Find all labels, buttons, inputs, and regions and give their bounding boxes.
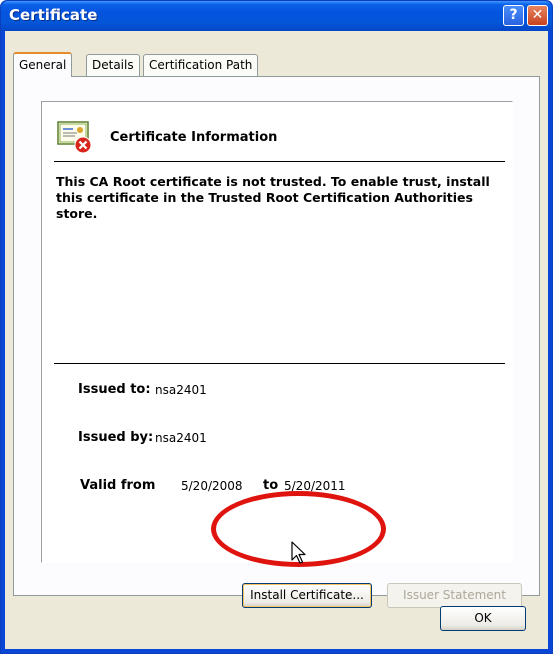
valid-from-label: Valid from — [80, 478, 156, 493]
general-tab-panel: Certificate Information This CA Root cer… — [13, 76, 540, 608]
certificate-dialog: Certificate ? ✕ General Details Certific… — [0, 0, 553, 654]
issued-by-label: Issued by: — [78, 430, 154, 445]
divider — [54, 363, 505, 364]
issued-to-label: Issued to: — [78, 382, 151, 397]
issued-by-value: nsa2401 — [155, 431, 207, 445]
divider — [54, 161, 505, 162]
window-title: Certificate — [9, 6, 98, 24]
valid-to-value: 5/20/2011 — [284, 479, 346, 493]
issuer-statement-button: Issuer Statement — [387, 583, 522, 608]
tab-details[interactable]: Details — [86, 54, 140, 76]
tab-general[interactable]: General — [13, 52, 73, 77]
certificate-info-heading: Certificate Information — [110, 130, 278, 145]
ok-button[interactable]: OK — [440, 606, 526, 631]
tab-certification-path[interactable]: Certification Path — [143, 54, 259, 76]
close-button[interactable]: ✕ — [527, 5, 548, 26]
valid-to-label: to — [263, 478, 279, 493]
issued-to-value: nsa2401 — [155, 383, 207, 397]
dialog-client-area: General Details Certification Path Certi… — [5, 31, 548, 649]
certificate-info-box: Certificate Information This CA Root cer… — [41, 101, 513, 563]
valid-from-value: 5/20/2008 — [181, 479, 243, 493]
title-bar[interactable]: Certificate ? ✕ — [1, 1, 552, 31]
trust-warning-text: This CA Root certificate is not trusted.… — [56, 174, 490, 221]
help-button[interactable]: ? — [503, 5, 524, 26]
certificate-error-icon — [57, 121, 92, 154]
install-certificate-button[interactable]: Install Certificate... — [242, 583, 372, 608]
